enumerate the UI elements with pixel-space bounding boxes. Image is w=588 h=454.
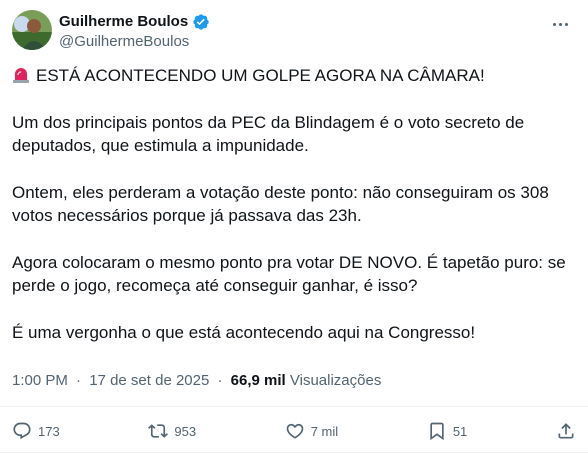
tweet-text: ESTÁ ACONTECENDO UM GOLPE AGORA NA CÂMAR… xyxy=(12,64,572,368)
bookmark-button[interactable]: 51 xyxy=(427,421,467,441)
repost-icon xyxy=(148,424,169,438)
bookmark-icon xyxy=(430,422,444,441)
tweet-paragraph-3: Ontem, eles perderam a votação deste pon… xyxy=(12,183,549,225)
bookmark-count: 51 xyxy=(452,423,468,439)
tweet-meta: 1:00 PM · 17 de set de 2025 · 66,9 mil V… xyxy=(12,371,381,391)
avatar[interactable] xyxy=(12,10,52,50)
divider xyxy=(0,452,588,453)
like-button[interactable]: 7 mil xyxy=(285,421,338,441)
heart-icon xyxy=(286,423,304,439)
tweet-header: Guilherme Boulos @GuilhermeBoulos xyxy=(12,10,576,58)
tweet-date[interactable]: 17 de set de 2025 xyxy=(89,372,209,389)
police-siren-icon xyxy=(12,66,30,84)
share-button[interactable] xyxy=(556,421,576,441)
tweet-paragraph-2: Um dos principais pontos da PEC da Blind… xyxy=(12,113,525,155)
meta-separator: · xyxy=(217,372,223,389)
reply-button[interactable]: 173 xyxy=(12,421,60,441)
tweet-paragraph-5: É uma vergonha o que está acontecendo aq… xyxy=(12,323,476,342)
like-count: 7 mil xyxy=(310,423,339,439)
tweet-paragraph-4: Agora colocaram o mesmo ponto pra votar … xyxy=(12,253,566,295)
meta-separator: · xyxy=(76,372,82,389)
repost-button[interactable]: 953 xyxy=(148,421,196,441)
repost-count: 953 xyxy=(174,423,197,439)
share-icon xyxy=(558,423,574,439)
more-options-icon[interactable] xyxy=(548,14,572,34)
tweet-time[interactable]: 1:00 PM xyxy=(12,372,68,389)
reply-count: 173 xyxy=(38,423,60,439)
action-bar: 173 953 7 mil 51 xyxy=(12,418,576,444)
views-label: Visualizações xyxy=(289,372,382,389)
views-count: 66,9 mil xyxy=(230,372,286,389)
author-name[interactable]: Guilherme Boulos xyxy=(59,12,188,32)
verified-badge-icon xyxy=(192,13,210,31)
author-handle[interactable]: @GuilhermeBoulos xyxy=(59,32,210,52)
reply-icon xyxy=(13,422,31,440)
tweet-line-1: ESTÁ ACONTECENDO UM GOLPE AGORA NA CÂMAR… xyxy=(36,66,485,85)
divider xyxy=(0,406,588,407)
